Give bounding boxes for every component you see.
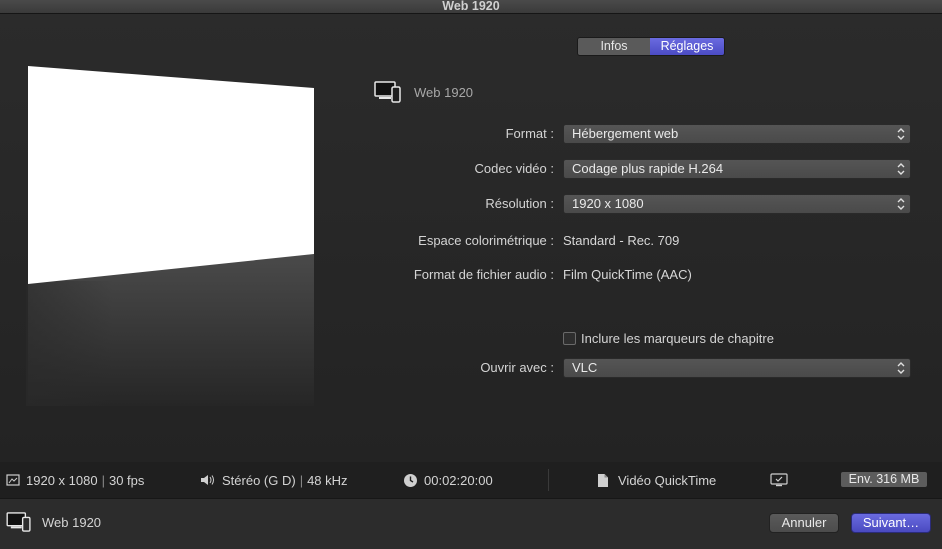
chevron-updown-icon — [897, 198, 905, 210]
frame-icon — [6, 474, 20, 486]
audio-rate: 48 kHz — [307, 472, 348, 488]
codec-popup[interactable]: Codage plus rapide H.264 — [563, 159, 911, 179]
open-with-label: Ouvrir avec : — [480, 360, 554, 375]
resolution-label: Résolution : — [485, 196, 554, 211]
format-label: Format : — [505, 126, 554, 141]
file-size-badge: Env. 316 MB — [841, 472, 927, 487]
resolution-popup[interactable]: 1920 x 1080 — [563, 194, 911, 214]
bottom-destination-name: Web 1920 — [42, 514, 102, 530]
chapter-markers-label[interactable]: Inclure les marqueurs de chapitre — [581, 331, 774, 346]
resolution-value: 1920 x 1080 — [572, 196, 644, 211]
colorspace-label: Espace colorimétrique : — [418, 233, 554, 248]
destination-header: Web 1920 — [374, 80, 473, 104]
clock-icon — [404, 473, 417, 487]
cancel-button[interactable]: Annuler — [769, 513, 839, 533]
destination-name: Web 1920 — [414, 84, 474, 100]
chapter-markers-row: Inclure les marqueurs de chapitre — [563, 330, 774, 346]
chevron-updown-icon — [897, 163, 905, 175]
chapter-markers-checkbox[interactable] — [563, 331, 576, 345]
preview-thumbnail — [26, 66, 316, 406]
duration-info: 00:02:20:00 — [403, 472, 493, 488]
display-info — [770, 472, 788, 488]
computer-devices-icon — [374, 81, 401, 103]
chevron-updown-icon — [897, 362, 905, 374]
video-info: 1920 x 1080 | 30 fps — [6, 472, 144, 488]
audio-info: Stéréo (G D) | 48 kHz — [200, 472, 348, 488]
bottom-bar: Web 1920 Annuler Suivant… — [0, 498, 942, 549]
colorspace-value: Standard - Rec. 709 — [563, 233, 680, 248]
display-check-icon — [770, 472, 788, 486]
file-type-info: Vidéo QuickTime — [597, 472, 716, 488]
view-tabs: Infos Réglages — [577, 37, 725, 56]
format-popup[interactable]: Hébergement web — [563, 124, 911, 144]
tab-reglages[interactable]: Réglages — [650, 38, 724, 55]
codec-label: Codec vidéo : — [474, 161, 555, 176]
settings-panel: Infos Réglages Web 1920 Format : Héberge… — [0, 14, 942, 462]
status-bar: 1920 x 1080 | 30 fps Stéréo (G D) | 48 k… — [0, 462, 942, 498]
tab-infos[interactable]: Infos — [578, 38, 650, 55]
window-title: Web 1920 — [0, 0, 942, 14]
duration-value: 00:02:20:00 — [424, 472, 493, 488]
open-with-popup[interactable]: VLC — [563, 358, 911, 378]
audio-format-value: Film QuickTime (AAC) — [563, 267, 692, 282]
file-type-value: Vidéo QuickTime — [618, 472, 717, 488]
document-icon — [598, 473, 608, 487]
format-value: Hébergement web — [572, 126, 679, 141]
video-resolution: 1920 x 1080 — [26, 472, 98, 488]
open-with-value: VLC — [572, 360, 598, 375]
speaker-icon — [201, 475, 214, 485]
computer-devices-icon — [6, 512, 31, 532]
codec-value: Codage plus rapide H.264 — [572, 161, 724, 176]
next-button[interactable]: Suivant… — [851, 513, 931, 533]
video-fps: 30 fps — [108, 472, 145, 488]
bottom-destination: Web 1920 — [6, 512, 101, 532]
chevron-updown-icon — [897, 128, 905, 140]
audio-format-label: Format de fichier audio : — [413, 267, 554, 282]
divider — [548, 469, 549, 491]
audio-channels: Stéréo (G D) — [222, 472, 296, 488]
